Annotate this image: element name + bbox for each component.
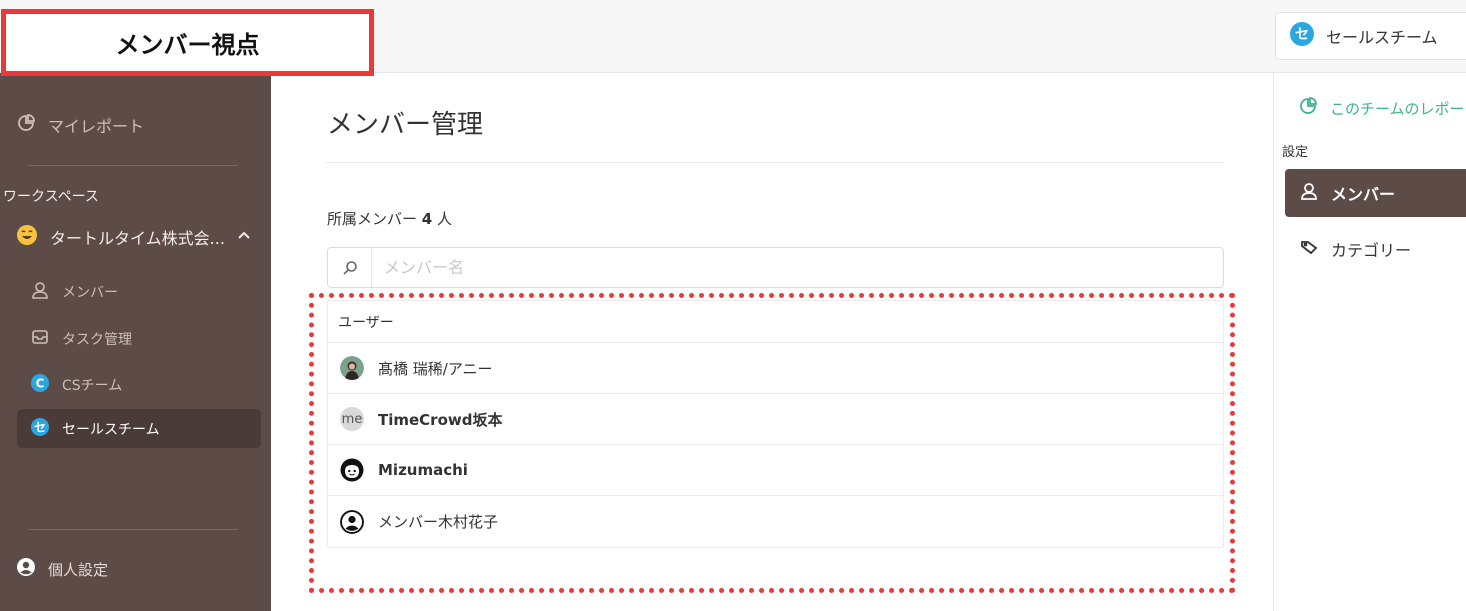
report-icon [1298, 96, 1318, 120]
team-se-icon: セ [1290, 22, 1314, 50]
sidebar-item-label: セールスチーム [62, 421, 160, 438]
team-switcher[interactable]: セ セールスチーム [1275, 12, 1466, 60]
team-se-icon: セ [30, 417, 50, 441]
sidebar-item-label: メンバー [62, 285, 118, 301]
table-row[interactable]: 髙橋 瑞稀/アニー [328, 343, 1223, 394]
photo-avatar [340, 356, 364, 380]
svg-text:セ: セ [34, 420, 46, 434]
sidebar-divider [28, 529, 238, 530]
sidebar-org[interactable]: タートルタイム株式会... [16, 224, 251, 250]
user-name: TimeCrowd坂本 [378, 410, 503, 429]
settings-item-members[interactable]: メンバー [1285, 169, 1466, 217]
main-content: メンバー管理 所属メンバー 4 人 ユーザー 髙橋 瑞稀/アニー me Time… [271, 73, 1273, 611]
person-avatar [340, 509, 364, 534]
sidebar-item-label: CSチーム [62, 378, 123, 394]
title-divider [325, 162, 1223, 163]
svg-text:C: C [36, 377, 45, 391]
sidebar-item-label: タスク管理 [62, 332, 132, 348]
sidebar-item-label: マイレポート [48, 117, 145, 136]
sidebar-item-members[interactable]: メンバー [30, 280, 118, 304]
workspace-label: ワークスペース [3, 189, 99, 205]
tag-icon [1299, 237, 1319, 261]
user-table: ユーザー 髙橋 瑞稀/アニー me TimeCrowd坂本 Mizumachi … [327, 300, 1224, 548]
member-count: 所属メンバー 4 人 [327, 208, 452, 229]
settings-item-label: メンバー [1331, 185, 1396, 204]
sidebar-item-tasks[interactable]: タスク管理 [30, 327, 132, 351]
member-count-prefix: 所属メンバー [327, 210, 418, 228]
user-name: Mizumachi [378, 461, 468, 479]
sidebar-item-personal-settings[interactable]: 個人設定 [16, 557, 108, 581]
team-report-label: このチームのレポート [1330, 99, 1466, 118]
team-settings-panel: このチームのレポート 設定 メンバー カテゴリー [1273, 73, 1466, 611]
settings-label: 設定 [1282, 145, 1309, 160]
team-c-icon: C [30, 373, 50, 397]
user-name: メンバー木村花子 [378, 513, 499, 531]
settings-item-label: カテゴリー [1331, 241, 1412, 260]
account-circle-icon [16, 557, 36, 581]
svg-text:セ: セ [1295, 27, 1309, 43]
search-input[interactable] [372, 248, 1223, 287]
inbox-icon [30, 327, 50, 351]
page-title: メンバー管理 [327, 110, 484, 140]
sidebar-divider [28, 165, 238, 166]
table-row[interactable]: Mizumachi [328, 445, 1223, 496]
user-icon [1299, 181, 1319, 205]
settings-item-categories[interactable]: カテゴリー [1285, 225, 1466, 273]
sidebar-item-cs-team[interactable]: C CSチーム [30, 373, 122, 397]
sidebar-item-label: 個人設定 [48, 560, 109, 579]
user-name: 髙橋 瑞稀/アニー [378, 359, 493, 378]
member-count-suffix: 人 [437, 210, 453, 228]
team-switcher-name: セールスチーム [1326, 28, 1438, 47]
sidebar-item-sales-team[interactable]: セ セールスチーム [17, 409, 261, 448]
member-count-number: 4 [421, 210, 433, 228]
sidebar-item-my-report[interactable]: マイレポート [16, 113, 144, 137]
grinning-face-icon [16, 224, 38, 250]
sidebar: マイレポート ワークスペース タートルタイム株式会... メンバー タスク管理 … [0, 73, 271, 611]
report-icon [16, 113, 36, 137]
member-search [327, 247, 1224, 288]
search-icon[interactable] [328, 248, 372, 287]
org-name: タートルタイム株式会... [50, 229, 225, 248]
user-icon [30, 280, 50, 304]
table-row[interactable]: me TimeCrowd坂本 [328, 394, 1223, 445]
me-avatar: me [340, 407, 364, 431]
chevron-up-icon[interactable] [237, 228, 251, 247]
table-header-user: ユーザー [328, 301, 1223, 343]
face-avatar [340, 458, 364, 482]
member-view-banner: メンバー視点 [1, 9, 374, 76]
team-report-link[interactable]: このチームのレポート [1298, 96, 1466, 120]
table-row[interactable]: メンバー木村花子 [328, 496, 1223, 547]
